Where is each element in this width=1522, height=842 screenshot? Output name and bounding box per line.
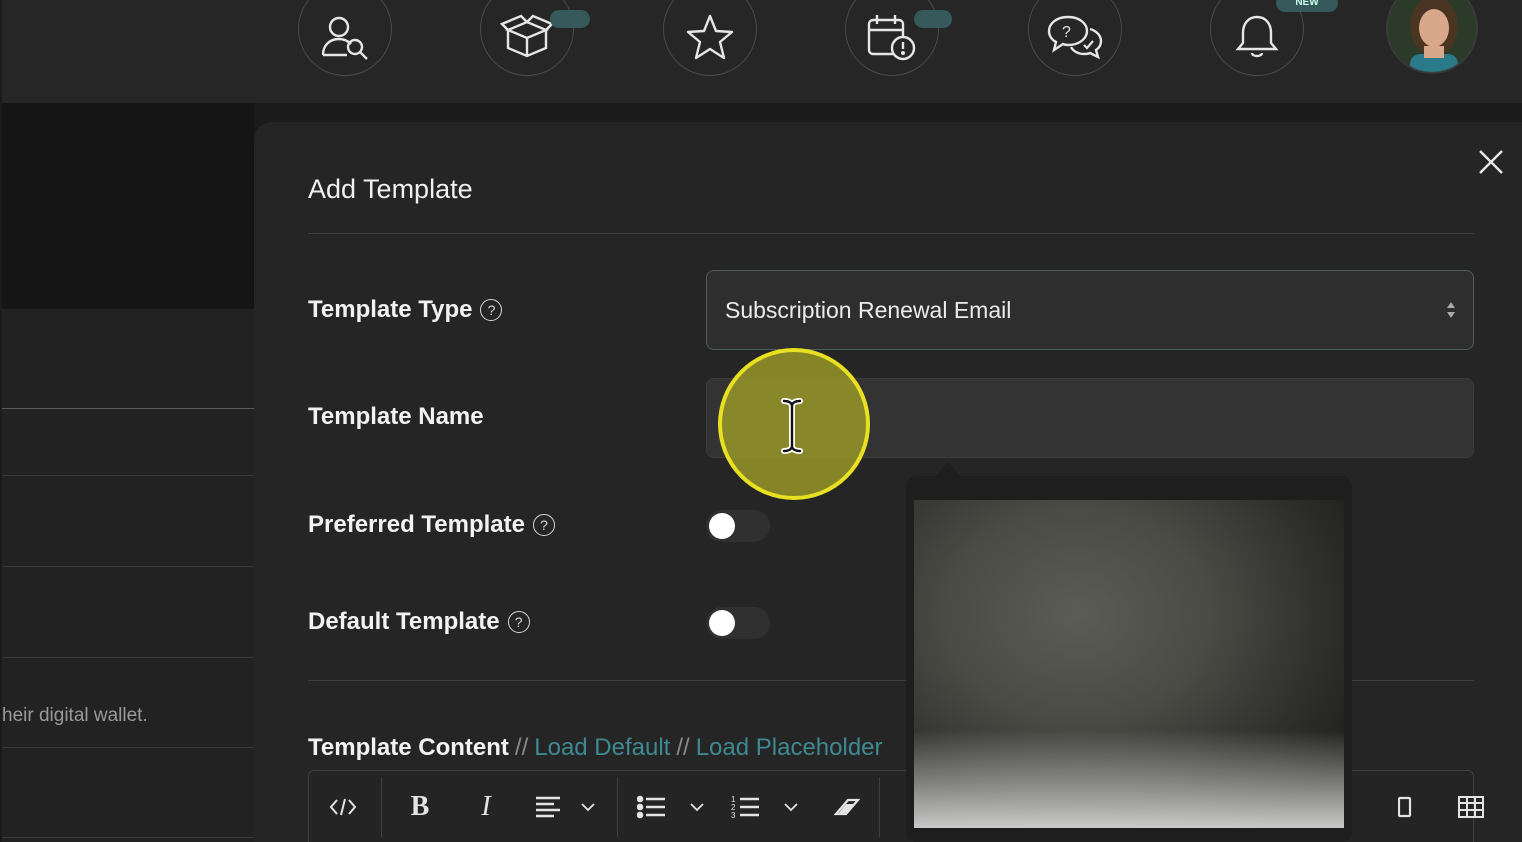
clear-format-button[interactable] (817, 771, 877, 842)
separator: // (676, 734, 690, 761)
background-panel (2, 103, 254, 309)
align-dropdown-button[interactable] (525, 771, 605, 842)
default-template-toggle[interactable] (706, 607, 770, 639)
avatar[interactable] (1386, 0, 1478, 74)
background-list (2, 309, 254, 842)
template-name-label: Template Name (308, 403, 484, 431)
label-text: Template Name (308, 403, 484, 430)
selected-value: Subscription Renewal Email (725, 296, 1012, 323)
table-icon (1458, 796, 1484, 818)
divider (308, 233, 1474, 234)
select-arrows-icon (1447, 302, 1455, 318)
new-badge: NEW (1276, 0, 1338, 12)
divider (2, 657, 254, 658)
background-text: heir digital wallet. (2, 705, 148, 726)
template-type-label: Template Type ? (308, 296, 503, 324)
text-cursor-icon (781, 398, 803, 454)
separator: // (514, 734, 529, 761)
svg-text:3: 3 (731, 811, 736, 820)
divider (2, 566, 254, 567)
numbered-list-icon: 1 2 3 (731, 795, 798, 820)
code-icon (329, 798, 357, 816)
close-button[interactable] (1476, 147, 1506, 177)
divider (2, 408, 254, 409)
bulleted-list-button[interactable] (629, 771, 715, 842)
divider (2, 837, 254, 838)
eraser-icon (833, 798, 861, 816)
help-icon[interactable]: ? (507, 611, 530, 633)
label-text: Template Type (308, 296, 473, 323)
preferred-template-label: Preferred Template ? (308, 511, 555, 539)
top-nav-bar: ? NEW (2, 0, 1522, 103)
contact-search-icon[interactable] (298, 0, 392, 76)
box-count-badge (550, 10, 590, 28)
toolbar-separator (381, 777, 382, 837)
load-default-link[interactable]: Load Default (534, 734, 670, 762)
numbered-list-button[interactable]: 1 2 3 (723, 771, 809, 842)
toggle-knob (709, 610, 735, 636)
close-icon (1479, 150, 1503, 174)
image-button[interactable] (1385, 771, 1425, 842)
align-left-icon (536, 796, 595, 818)
template-content-label: Template Content (308, 734, 509, 761)
divider (2, 747, 254, 748)
table-button[interactable] (1443, 771, 1499, 842)
bold-button[interactable]: B (393, 771, 447, 842)
default-template-label: Default Template ? (308, 608, 530, 636)
toggle-knob (709, 513, 735, 539)
preview-image-fade (914, 730, 1344, 828)
divider (2, 475, 254, 476)
label-text: Default Template (308, 608, 500, 635)
code-view-button[interactable] (315, 771, 371, 842)
help-icon[interactable]: ? (532, 514, 555, 536)
preferred-template-toggle[interactable] (706, 510, 770, 542)
star-icon[interactable] (663, 0, 757, 76)
chat-icon[interactable]: ? (1028, 0, 1122, 76)
italic-button[interactable]: I (459, 771, 513, 842)
toolbar-separator (879, 777, 880, 837)
template-type-select[interactable]: Subscription Renewal Email (706, 270, 1474, 350)
modal-title: Add Template (308, 174, 473, 204)
label-text: Preferred Template (308, 511, 525, 538)
load-placeholder-link[interactable]: Load Placeholder (696, 734, 883, 762)
template-content-header: Template Content // Load Default // Load… (308, 734, 883, 762)
help-icon[interactable]: ? (480, 299, 503, 321)
bulleted-list-icon (637, 795, 704, 819)
svg-text:?: ? (1062, 24, 1071, 41)
image-icon (1398, 796, 1412, 818)
calendar-count-badge (914, 10, 952, 28)
toolbar-separator (617, 777, 618, 837)
